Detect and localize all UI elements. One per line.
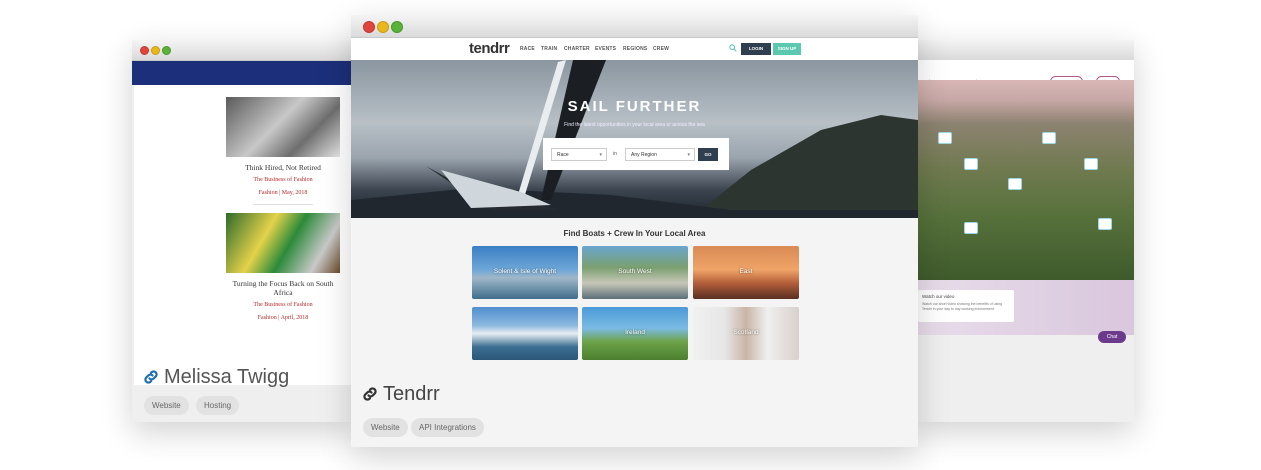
nav-race[interactable]: RACE: [520, 46, 535, 52]
video-card-text: Watch our short video showing the benefi…: [922, 302, 1003, 311]
region-tile-label: Solent & Isle of Wight: [493, 268, 557, 275]
melissa-twigg-window: Think Hired, Not Retired The Business of…: [132, 40, 354, 422]
project-title: Melissa Twigg: [142, 366, 289, 389]
window-titlebar: [132, 40, 354, 61]
map-pin-icon[interactable]: [1008, 178, 1022, 190]
article-title: Turning the Focus Back on South Africa: [232, 279, 334, 297]
nav-charter[interactable]: CHARTER: [564, 46, 590, 52]
region-tile-solent[interactable]: Solent & Isle of Wight: [472, 246, 578, 299]
window-titlebar: [916, 40, 1134, 61]
type-select[interactable]: Race ▾: [551, 148, 607, 161]
article-source[interactable]: The Business of Fashion: [226, 301, 340, 310]
region-tile-label: East: [739, 268, 753, 275]
map-pin-icon[interactable]: [1042, 132, 1056, 144]
region-tile-mountains[interactable]: [472, 307, 578, 360]
tag-hosting: Hosting: [196, 396, 240, 415]
tag-website: Website: [363, 418, 408, 437]
article-thumbnail: [226, 213, 340, 273]
article-meta: Fashion | May, 2018: [258, 190, 308, 196]
video-card[interactable]: Watch our video Watch our short video sh…: [918, 290, 1014, 322]
region-tile-ireland[interactable]: Ireland: [582, 307, 688, 360]
region-tile-label: South West: [618, 268, 652, 275]
divider: [253, 204, 313, 205]
project-name: Melissa Twigg: [164, 366, 290, 388]
hero-banner: SAIL FURTHER Find the latest opportuniti…: [351, 60, 918, 218]
region-tile-label: Scotland: [733, 329, 759, 336]
hero-title: SAIL FURTHER: [567, 98, 702, 115]
tendrr-window: tendrr RACE TRAIN CHARTER EVENTS REGIONS…: [351, 15, 918, 447]
chevron-down-icon: ▾: [599, 152, 602, 158]
region-tile-south-west[interactable]: South West: [582, 246, 688, 299]
close-window-button[interactable]: [140, 46, 149, 55]
go-button[interactable]: GO: [698, 148, 718, 161]
right-project-window: Charterers Book a Demo Contact Us Get St…: [916, 40, 1134, 422]
region-tile-label: Ireland: [625, 329, 645, 336]
video-card-title: Watch our video: [922, 294, 955, 299]
signup-button[interactable]: SIGN UP: [773, 43, 801, 55]
article-card[interactable]: Turning the Focus Back on South Africa T…: [226, 213, 340, 323]
maximize-window-button[interactable]: [162, 46, 171, 55]
article-meta: Fashion | April, 2018: [257, 315, 309, 321]
window-titlebar: [351, 15, 918, 38]
window-footer: [916, 336, 1134, 422]
tag-website: Website: [144, 396, 189, 415]
site-navbar: tendrr RACE TRAIN CHARTER EVENTS REGIONS…: [351, 38, 918, 60]
type-select-value: Race: [557, 152, 569, 158]
login-button[interactable]: LOGIN: [741, 43, 771, 55]
site-logo[interactable]: tendrr: [469, 40, 510, 57]
section-title: Find Boats + Crew In Your Local Area: [563, 229, 706, 238]
map-pin-icon[interactable]: [938, 132, 952, 144]
hero-subtitle: Find the latest opportunities in your lo…: [564, 122, 705, 128]
site-content: Think Hired, Not Retired The Business of…: [134, 85, 354, 385]
region-tile-east[interactable]: East: [693, 246, 799, 299]
search-icon[interactable]: [729, 44, 737, 52]
article-thumbnail: [226, 97, 340, 157]
map-pin-icon[interactable]: [964, 222, 978, 234]
map-pin-icon[interactable]: [1084, 158, 1098, 170]
video-section: Watch our video Watch our short video sh…: [916, 280, 1134, 335]
minimize-window-button[interactable]: [377, 21, 389, 33]
aerial-map-image: [916, 80, 1134, 280]
nav-events[interactable]: EVENTS: [595, 46, 616, 52]
close-window-button[interactable]: [363, 21, 375, 33]
minimize-window-button[interactable]: [151, 46, 160, 55]
nav-train[interactable]: TRAIN: [541, 46, 557, 52]
chat-button[interactable]: Chat: [1098, 331, 1126, 343]
link-icon: [144, 370, 158, 384]
maximize-window-button[interactable]: [391, 21, 403, 33]
nav-crew[interactable]: CREW: [653, 46, 669, 52]
article-source[interactable]: The Business of Fashion: [226, 176, 340, 185]
project-name: Tendrr: [383, 383, 440, 405]
map-pin-icon[interactable]: [964, 158, 978, 170]
search-panel: Race ▾ in Any Region ▾ GO: [543, 138, 729, 170]
article-title: Think Hired, Not Retired: [245, 163, 321, 172]
in-label: in: [613, 151, 617, 157]
link-icon: [363, 387, 377, 401]
region-select[interactable]: Any Region ▾: [625, 148, 695, 161]
region-tile-scotland[interactable]: Scotland: [693, 307, 799, 360]
tag-api-integrations: API Integrations: [411, 418, 484, 437]
chevron-down-icon: ▾: [687, 152, 690, 158]
project-title: Tendrr: [361, 383, 440, 406]
site-header-band: [132, 61, 354, 85]
article-card[interactable]: Think Hired, Not Retired The Business of…: [226, 97, 340, 205]
region-select-value: Any Region: [631, 152, 657, 158]
nav-regions[interactable]: REGIONS: [623, 46, 647, 52]
map-pin-icon[interactable]: [1098, 218, 1112, 230]
